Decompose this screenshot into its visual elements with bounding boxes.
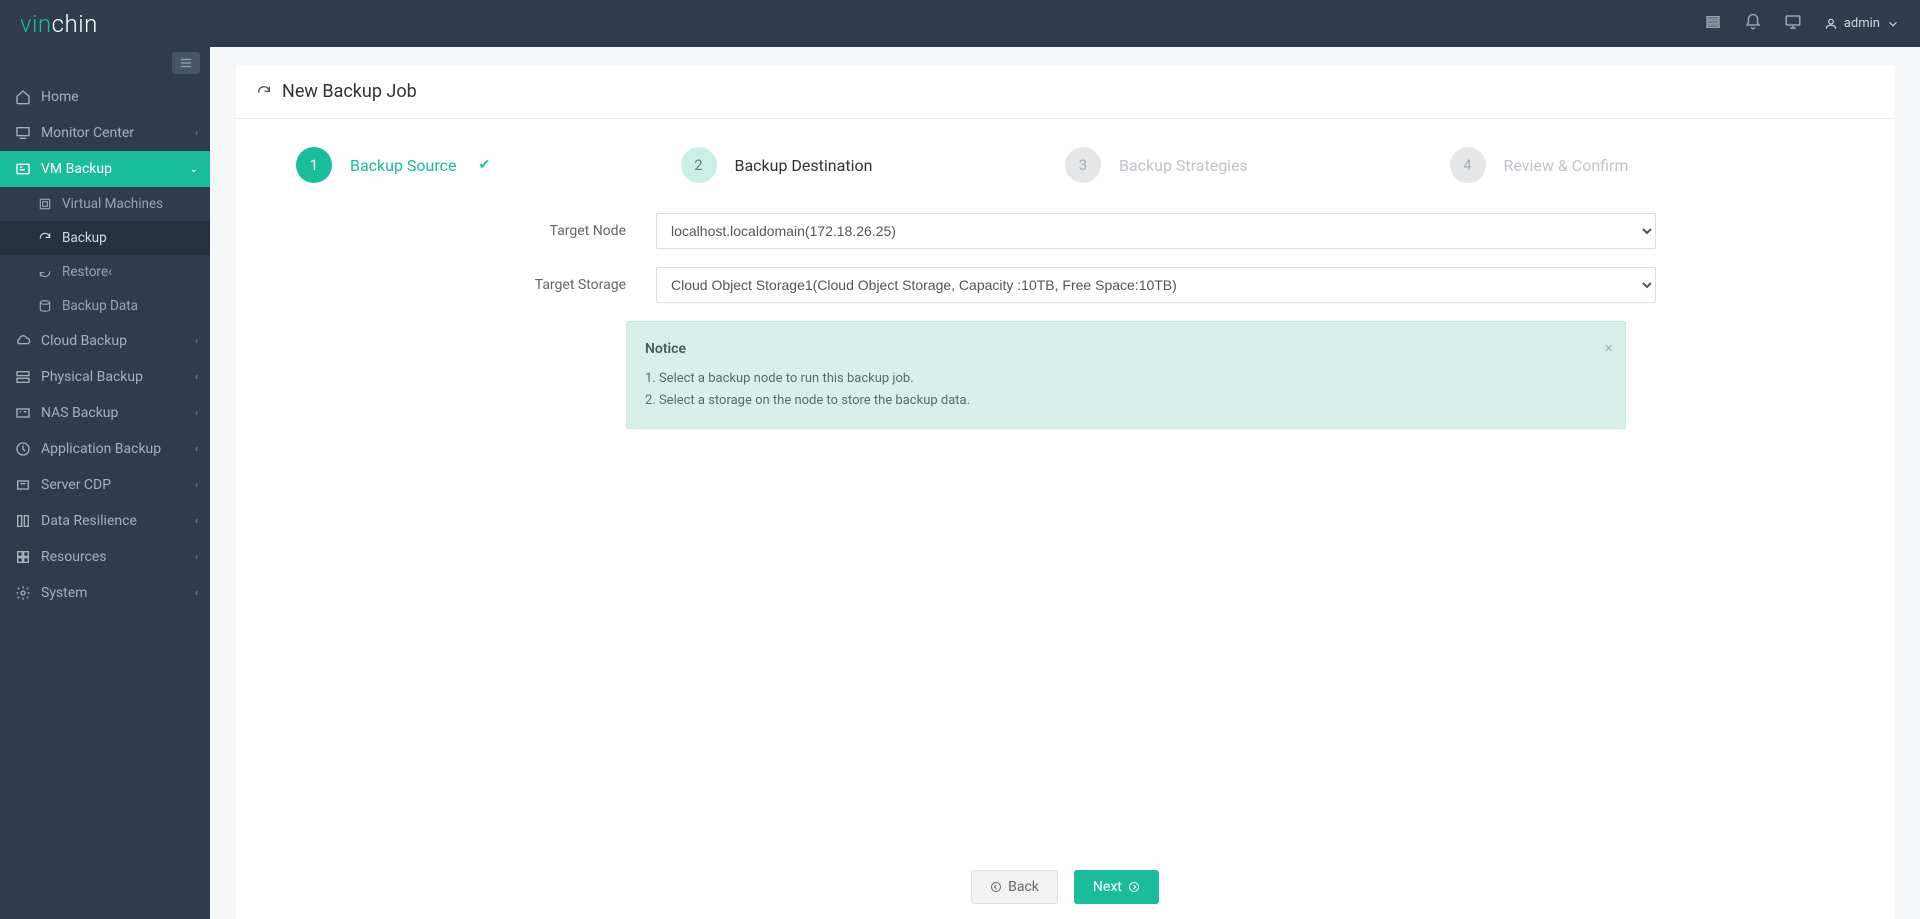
- notice-title: Notice: [645, 338, 1607, 362]
- cdp-icon: [15, 477, 31, 493]
- vm-backup-icon: [15, 161, 31, 177]
- arrow-left-icon: [990, 881, 1002, 893]
- cloud-icon: [15, 333, 31, 349]
- sidebar-sub-virtual-machines[interactable]: Virtual Machines: [0, 187, 210, 221]
- home-icon: [15, 89, 31, 105]
- chevron-left-icon: ‹: [195, 516, 198, 527]
- step-backup-strategies[interactable]: 3 Backup Strategies: [1065, 147, 1450, 183]
- sidebar-item-label: System: [41, 585, 87, 601]
- sidebar-item-resources[interactable]: Resources ‹: [0, 539, 210, 575]
- monitor-icon[interactable]: [1784, 13, 1802, 35]
- step-label: Backup Strategies: [1119, 156, 1248, 175]
- chevron-down-icon: [1886, 17, 1900, 31]
- target-node-select[interactable]: localhost.localdomain(172.18.26.25): [656, 213, 1656, 249]
- notice-line: 1. Select a backup node to run this back…: [645, 368, 1607, 390]
- sidebar-item-system[interactable]: System ‹: [0, 575, 210, 611]
- chevron-left-icon: ‹: [195, 552, 198, 563]
- target-storage-label: Target Storage: [296, 277, 656, 293]
- sidebar-sub-label: Backup Data: [62, 298, 138, 314]
- chevron-left-icon: ‹: [195, 372, 198, 383]
- refresh-icon: [38, 231, 52, 245]
- chevron-left-icon: ‹: [195, 336, 198, 347]
- restore-icon: [38, 265, 52, 279]
- main-content: New Backup Job 1 Backup Source ✔ 2 Backu…: [210, 47, 1920, 919]
- app-icon: [15, 441, 31, 457]
- user-menu[interactable]: admin: [1824, 16, 1900, 31]
- chevron-left-icon: ‹: [195, 588, 198, 599]
- sidebar: Home Monitor Center ‹ VM Backup ⌄ Virtua…: [0, 47, 210, 919]
- step-label: Backup Destination: [735, 156, 873, 175]
- sidebar-item-monitor[interactable]: Monitor Center ‹: [0, 115, 210, 151]
- arrow-right-icon: [1128, 881, 1140, 893]
- step-backup-source[interactable]: 1 Backup Source ✔: [296, 147, 681, 183]
- sidebar-item-home[interactable]: Home: [0, 79, 210, 115]
- sidebar-sub-label: Restore: [62, 264, 108, 280]
- check-icon: ✔: [479, 157, 491, 173]
- sidebar-item-cloud[interactable]: Cloud Backup ‹: [0, 323, 210, 359]
- user-name: admin: [1844, 16, 1880, 31]
- data-icon: [38, 299, 52, 313]
- chevron-left-icon: ‹: [195, 444, 198, 455]
- sidebar-item-physical[interactable]: Physical Backup ‹: [0, 359, 210, 395]
- sidebar-item-label: Resources: [41, 549, 107, 565]
- gear-icon: [15, 585, 31, 601]
- sidebar-sub-label: Virtual Machines: [62, 196, 163, 212]
- panel-header: New Backup Job: [236, 65, 1894, 119]
- step-number: 4: [1450, 147, 1486, 183]
- next-button[interactable]: Next: [1074, 870, 1159, 904]
- bell-icon[interactable]: [1744, 13, 1762, 35]
- step-number: 3: [1065, 147, 1101, 183]
- sidebar-item-resilience[interactable]: Data Resilience ‹: [0, 503, 210, 539]
- sidebar-item-nas[interactable]: NAS Backup ‹: [0, 395, 210, 431]
- sidebar-item-application[interactable]: Application Backup ‹: [0, 431, 210, 467]
- target-node-label: Target Node: [296, 223, 656, 239]
- sidebar-item-label: NAS Backup: [41, 405, 118, 421]
- sidebar-item-label: Physical Backup: [41, 369, 143, 385]
- chevron-left-icon: ‹: [195, 128, 198, 139]
- topbar: vinchin admin: [0, 0, 1920, 47]
- sidebar-toggle[interactable]: [172, 52, 200, 74]
- step-label: Review & Confirm: [1504, 156, 1629, 175]
- sidebar-sub-restore[interactable]: Restore ‹: [0, 255, 210, 289]
- step-backup-destination[interactable]: 2 Backup Destination: [681, 147, 1066, 183]
- sidebar-item-label: Data Resilience: [41, 513, 137, 529]
- sidebar-item-label: Server CDP: [41, 477, 111, 493]
- page-title: New Backup Job: [282, 81, 417, 102]
- panel: New Backup Job 1 Backup Source ✔ 2 Backu…: [236, 65, 1894, 919]
- list-icon[interactable]: [1704, 13, 1722, 35]
- chevron-left-icon: ‹: [108, 264, 112, 280]
- vm-icon: [38, 197, 52, 211]
- resilience-icon: [15, 513, 31, 529]
- chevron-left-icon: ‹: [195, 408, 198, 419]
- close-icon[interactable]: ×: [1604, 334, 1613, 361]
- notice-line: 2. Select a storage on the node to store…: [645, 390, 1607, 412]
- step-number: 1: [296, 147, 332, 183]
- sidebar-item-cdp[interactable]: Server CDP ‹: [0, 467, 210, 503]
- notice-box: × Notice 1. Select a backup node to run …: [626, 321, 1626, 429]
- nas-icon: [15, 405, 31, 421]
- wizard-steps: 1 Backup Source ✔ 2 Backup Destination 3…: [236, 119, 1894, 213]
- target-storage-select[interactable]: Cloud Object Storage1(Cloud Object Stora…: [656, 267, 1656, 303]
- step-number: 2: [681, 147, 717, 183]
- monitor-center-icon: [15, 125, 31, 141]
- step-review-confirm[interactable]: 4 Review & Confirm: [1450, 147, 1835, 183]
- brand-logo: vinchin: [20, 10, 98, 38]
- sidebar-item-label: Home: [41, 89, 79, 105]
- sidebar-item-label: Application Backup: [41, 441, 161, 457]
- sidebar-sub-backup[interactable]: Backup: [0, 221, 210, 255]
- resources-icon: [15, 549, 31, 565]
- chevron-down-icon: ⌄: [190, 164, 198, 175]
- refresh-icon: [256, 84, 272, 100]
- chevron-left-icon: ‹: [195, 480, 198, 491]
- sidebar-sub-backup-data[interactable]: Backup Data: [0, 289, 210, 323]
- sidebar-sub-label: Backup: [62, 230, 107, 246]
- server-icon: [15, 369, 31, 385]
- sidebar-item-label: VM Backup: [41, 161, 112, 177]
- step-label: Backup Source: [350, 156, 457, 175]
- sidebar-item-label: Cloud Backup: [41, 333, 127, 349]
- sidebar-item-vmbackup[interactable]: VM Backup ⌄: [0, 151, 210, 187]
- back-button[interactable]: Back: [971, 870, 1058, 904]
- sidebar-item-label: Monitor Center: [41, 125, 134, 141]
